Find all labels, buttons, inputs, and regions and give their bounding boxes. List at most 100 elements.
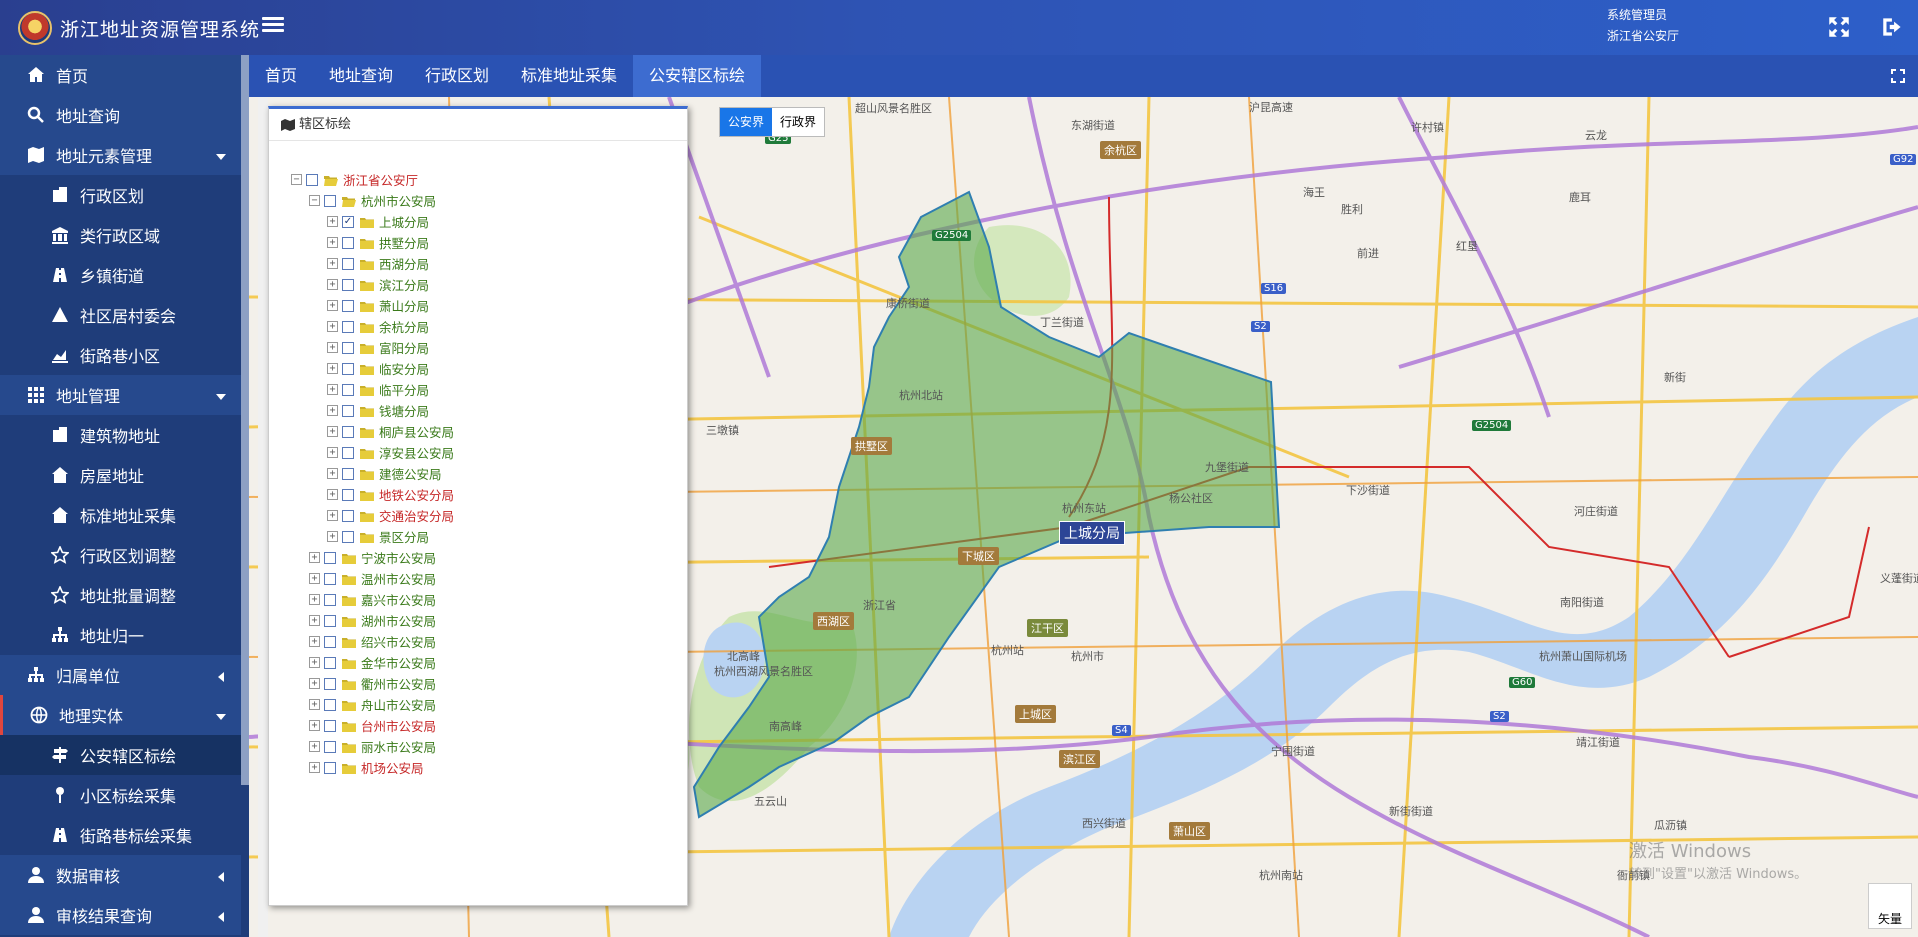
- expand-icon[interactable]: +: [327, 342, 338, 353]
- tree-checkbox[interactable]: [324, 740, 336, 753]
- tree-node[interactable]: + 绍兴市公安局: [309, 631, 436, 652]
- tree-checkbox[interactable]: [342, 257, 354, 270]
- tree-checkbox[interactable]: [324, 614, 336, 627]
- tree-node-label[interactable]: 交通治安分局: [379, 506, 454, 525]
- tree-checkbox[interactable]: [324, 656, 336, 669]
- tree-node-label[interactable]: 富阳分局: [379, 338, 429, 357]
- collapse-icon[interactable]: −: [291, 174, 302, 185]
- tree-node[interactable]: + 淳安县公安局: [327, 442, 454, 463]
- expand-icon[interactable]: +: [309, 657, 320, 668]
- tree-checkbox[interactable]: [324, 635, 336, 648]
- sidebar-item[interactable]: 街路巷小区: [0, 335, 241, 375]
- sidebar-item[interactable]: 小区标绘采集: [0, 775, 241, 815]
- expand-icon[interactable]: +: [309, 741, 320, 752]
- tree-checkbox[interactable]: [342, 488, 354, 501]
- logout-icon[interactable]: [1880, 14, 1906, 40]
- tree-node-label[interactable]: 景区分局: [379, 527, 429, 546]
- tree-node-label[interactable]: 嘉兴市公安局: [361, 590, 436, 609]
- sidebar-item[interactable]: 地址归一: [0, 615, 241, 655]
- tree-node-label[interactable]: 衢州市公安局: [361, 674, 436, 693]
- tab-admin-division[interactable]: 行政区划: [409, 55, 505, 97]
- sidebar-scrollbar[interactable]: [241, 55, 249, 785]
- expand-icon[interactable]: +: [327, 405, 338, 416]
- expand-icon[interactable]: +: [309, 573, 320, 584]
- expand-icon[interactable]: +: [327, 426, 338, 437]
- sidebar-item[interactable]: 乡镇街道: [0, 255, 241, 295]
- content-scrollbar[interactable]: [258, 97, 268, 937]
- tree-checkbox[interactable]: [342, 236, 354, 249]
- expand-icon[interactable]: +: [309, 762, 320, 773]
- sidebar-item[interactable]: 地址管理: [0, 375, 241, 415]
- sidebar-item[interactable]: 首页: [0, 55, 241, 95]
- tree-node[interactable]: + 衢州市公安局: [309, 673, 436, 694]
- layer-police-boundary[interactable]: 公安界: [720, 108, 773, 136]
- tree-checkbox[interactable]: [342, 299, 354, 312]
- expand-icon[interactable]: +: [327, 258, 338, 269]
- sidebar-item[interactable]: 地址批量调整: [0, 575, 241, 615]
- tree-node[interactable]: + 临平分局: [327, 379, 429, 400]
- sidebar-item[interactable]: 行政区划调整: [0, 535, 241, 575]
- tree-node[interactable]: + 地铁公安分局: [327, 484, 454, 505]
- tree-checkbox[interactable]: [342, 404, 354, 417]
- expand-icon[interactable]: +: [309, 720, 320, 731]
- expand-icon[interactable]: +: [327, 531, 338, 542]
- tree-checkbox[interactable]: [342, 425, 354, 438]
- tree-checkbox[interactable]: [342, 341, 354, 354]
- sidebar-item[interactable]: 类行政区域: [0, 215, 241, 255]
- sidebar-item[interactable]: 建筑物地址: [0, 415, 241, 455]
- tree-node-label[interactable]: 台州市公安局: [361, 716, 436, 735]
- menu-toggle-icon[interactable]: [262, 14, 284, 36]
- tab-standard-address[interactable]: 标准地址采集: [505, 55, 633, 97]
- tree-node[interactable]: + 西湖分局: [327, 253, 429, 274]
- tree-checkbox[interactable]: [342, 362, 354, 375]
- tree-node-label[interactable]: 临平分局: [379, 380, 429, 399]
- tree-node[interactable]: + 舟山市公安局: [309, 694, 436, 715]
- tree-checkbox[interactable]: [324, 719, 336, 732]
- tree-node[interactable]: + 机场公安局: [309, 757, 424, 778]
- sidebar-item[interactable]: 街路巷标绘采集: [0, 815, 241, 855]
- expand-icon[interactable]: +: [327, 237, 338, 248]
- tree-node-label[interactable]: 建德公安局: [379, 464, 442, 483]
- expand-icon[interactable]: +: [309, 594, 320, 605]
- tree-checkbox[interactable]: [342, 383, 354, 396]
- tree-checkbox[interactable]: [342, 530, 354, 543]
- expand-icon[interactable]: +: [327, 510, 338, 521]
- collapse-icon[interactable]: −: [309, 195, 320, 206]
- tree-node-label[interactable]: 上城分局: [379, 212, 429, 231]
- sidebar-item[interactable]: 社区居村委会: [0, 295, 241, 335]
- tree-node-label[interactable]: 西湖分局: [379, 254, 429, 273]
- tree-checkbox[interactable]: [342, 446, 354, 459]
- tree-node-label[interactable]: 滨江分局: [379, 275, 429, 294]
- tree-node[interactable]: + 交通治安分局: [327, 505, 454, 526]
- tree-checkbox[interactable]: [324, 677, 336, 690]
- tree-node[interactable]: + 富阳分局: [327, 337, 429, 358]
- tree-node[interactable]: + 宁波市公安局: [309, 547, 436, 568]
- tree-node[interactable]: + 滨江分局: [327, 274, 429, 295]
- user-info[interactable]: 系统管理员 浙江省公安厅: [1607, 5, 1679, 47]
- tree-node[interactable]: + 萧山分局: [327, 295, 429, 316]
- tree-node[interactable]: + 丽水市公安局: [309, 736, 436, 757]
- sidebar-item[interactable]: 审核结果查询: [0, 895, 241, 935]
- tree-node-label[interactable]: 绍兴市公安局: [361, 632, 436, 651]
- tree-node[interactable]: − 杭州市公安局: [309, 190, 436, 211]
- sidebar-item[interactable]: 地址元素管理: [0, 135, 241, 175]
- tree-checkbox[interactable]: [342, 467, 354, 480]
- tree-node[interactable]: + 嘉兴市公安局: [309, 589, 436, 610]
- tree-node[interactable]: + 临安分局: [327, 358, 429, 379]
- tree-checkbox[interactable]: [324, 593, 336, 606]
- tree-checkbox[interactable]: [324, 572, 336, 585]
- expand-icon[interactable]: +: [327, 321, 338, 332]
- sidebar-item[interactable]: 公安辖区标绘: [0, 735, 241, 775]
- tree-checkbox[interactable]: [342, 320, 354, 333]
- tree-node-label[interactable]: 宁波市公安局: [361, 548, 436, 567]
- tree-node-label[interactable]: 地铁公安分局: [379, 485, 454, 504]
- tree-checkbox[interactable]: [324, 551, 336, 564]
- sidebar-item[interactable]: 房屋地址: [0, 455, 241, 495]
- tree-node-label[interactable]: 杭州市公安局: [361, 191, 436, 210]
- tree-node[interactable]: + 余杭分局: [327, 316, 429, 337]
- tree-node-label[interactable]: 临安分局: [379, 359, 429, 378]
- tab-police-district[interactable]: 公安辖区标绘: [633, 55, 762, 97]
- tree-node-label[interactable]: 桐庐县公安局: [379, 422, 454, 441]
- expand-icon[interactable]: +: [327, 489, 338, 500]
- fullscreen-expand-icon[interactable]: [1826, 14, 1852, 40]
